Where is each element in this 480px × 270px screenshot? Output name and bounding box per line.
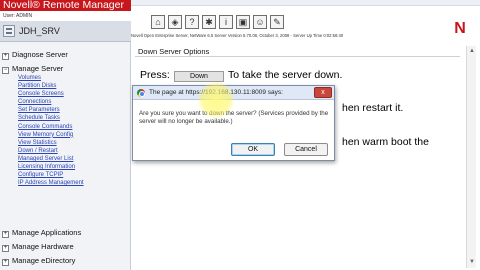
nav-link-set-parameters[interactable]: Set Parameters (18, 106, 84, 114)
cancel-button[interactable]: Cancel (284, 143, 328, 156)
page-title: Down Server Options (138, 47, 210, 56)
nav-section-label: Manage eDirectory (12, 256, 76, 265)
nav-link-partition-disks[interactable]: Partition Disks (18, 82, 84, 90)
group-icon[interactable]: ☺ (253, 15, 267, 29)
server-tab[interactable]: JDH_SRV (0, 21, 131, 42)
brand-bar: Novell® Remote Manager (0, 0, 131, 11)
nav-link-view-memory-config[interactable]: View Memory Config (18, 131, 84, 139)
collapse-icon[interactable]: − (2, 67, 9, 74)
server-name: JDH_SRV (19, 26, 60, 36)
nav-section-manage-hardware[interactable]: + Manage Hardware (2, 242, 74, 252)
logged-in-user: User: ADMIN (3, 13, 33, 19)
tools-icon[interactable]: ✎ (270, 15, 284, 29)
home-icon[interactable]: ⌂ (151, 15, 165, 29)
vertical-scrollbar[interactable]: ▲ ▼ (466, 46, 476, 268)
nav-section-manage-applications[interactable]: + Manage Applications (2, 228, 81, 238)
server-info-line: Novell Open Enterprise Server, NetWare 6… (131, 33, 344, 38)
nav-link-licensing-information[interactable]: Licensing Information (18, 163, 84, 171)
nav-section-label: Manage Hardware (12, 242, 74, 251)
help-icon[interactable]: ? (185, 15, 199, 29)
warm-boot-description: hen warm boot the (342, 136, 429, 148)
dialog-message: Are you sure you want to down the server… (139, 110, 329, 125)
manage-server-links: Volumes Partition Disks Console Screens … (18, 74, 84, 187)
browser-icon (137, 89, 145, 97)
content-header: Down Server Options (135, 45, 460, 57)
settings-icon[interactable]: ✱ (202, 15, 216, 29)
restart-description: hen restart it. (342, 102, 404, 114)
down-description: To take the server down. (228, 69, 343, 81)
nav-link-connections[interactable]: Connections (18, 98, 84, 106)
toolbar-icons: ⌂ ◈ ? ✱ i ▣ ☺ ✎ (151, 15, 284, 29)
nav-link-volumes[interactable]: Volumes (18, 74, 84, 82)
nav-section-label: Manage Server (12, 64, 64, 73)
nav-section-label: Manage Applications (12, 228, 82, 237)
nav-link-console-commands[interactable]: Console Commands (18, 123, 84, 131)
toolbar: ⌂ ◈ ? ✱ i ▣ ☺ ✎ Novell Open Enterprise S… (131, 0, 480, 42)
expand-icon[interactable]: + (2, 231, 9, 238)
expand-icon[interactable]: + (2, 53, 9, 60)
nav-link-view-statistics[interactable]: View Statistics (18, 139, 84, 147)
down-button[interactable]: Down (174, 71, 224, 82)
nav-section-manage-server[interactable]: − Manage Server (2, 64, 63, 74)
ok-button[interactable]: OK (231, 143, 275, 156)
disk-icon[interactable]: ▣ (236, 15, 250, 29)
nav-link-down-restart[interactable]: Down / Restart (18, 147, 84, 155)
nav-section-label: Diagnose Server (12, 50, 68, 59)
nav-link-configure-tcpip[interactable]: Configure TCPIP (18, 171, 84, 179)
close-button[interactable]: x (314, 87, 332, 98)
toolbar-strip (131, 0, 480, 6)
server-icon (3, 25, 15, 37)
nav-section-diagnose[interactable]: + Diagnose Server (2, 50, 68, 60)
dialog-body: Are you sure you want to down the server… (133, 100, 334, 160)
expand-icon[interactable]: + (2, 259, 9, 266)
press-label: Press: (140, 69, 170, 81)
info-icon[interactable]: i (219, 15, 233, 29)
expand-icon[interactable]: + (2, 245, 9, 252)
nav-section-manage-edirectory[interactable]: + Manage eDirectory (2, 256, 75, 266)
cursor-highlight (198, 82, 234, 118)
shield-icon[interactable]: ◈ (168, 15, 182, 29)
scroll-down-icon[interactable]: ▼ (468, 258, 476, 266)
nav-link-ip-address-management[interactable]: IP Address Management (18, 179, 84, 187)
scroll-up-icon[interactable]: ▲ (468, 47, 476, 55)
brand-title: Novell® Remote Manager (3, 0, 124, 11)
nav-link-schedule-tasks[interactable]: Schedule Tasks (18, 114, 84, 122)
novell-logo: N (454, 20, 466, 37)
left-navigation: + Diagnose Server − Manage Server Volumes … (0, 42, 131, 270)
nav-link-console-screens[interactable]: Console Screens (18, 90, 84, 98)
nav-link-managed-server-list[interactable]: Managed Server List (18, 155, 84, 163)
